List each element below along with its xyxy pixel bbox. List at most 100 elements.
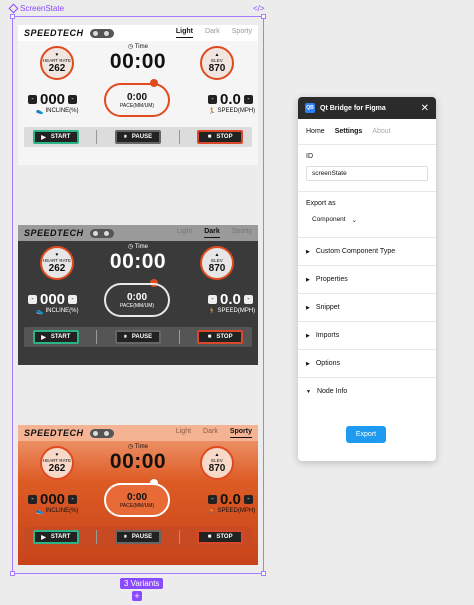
variant-topbar: SPEEDTECH Light Dark Sporty (18, 225, 258, 241)
export-as-value: Component (312, 216, 346, 223)
speed-increase-button[interactable]: - (243, 495, 253, 504)
tab-light[interactable]: Light (177, 228, 192, 238)
divider (178, 130, 180, 144)
tab-about[interactable]: About (372, 128, 390, 144)
start-button[interactable]: ▶ START (32, 130, 79, 144)
tab-dark[interactable]: Dark (203, 428, 218, 438)
chevron-down-icon: ▼ (306, 388, 311, 395)
id-input[interactable]: screenState (306, 166, 428, 181)
time-display: ◷ Time 00:00 (102, 43, 174, 74)
resize-handle-tl[interactable] (10, 14, 15, 19)
tab-sporty[interactable]: Sporty (232, 228, 252, 238)
pace-label: PACE(MM/UM) (119, 302, 155, 309)
tab-settings[interactable]: Settings (335, 128, 363, 144)
incline-increase-button[interactable]: - (68, 295, 78, 304)
speed-decrease-button[interactable]: - (208, 495, 217, 504)
stop-icon: ■ (207, 534, 212, 540)
speed-increase-button[interactable]: - (243, 95, 253, 104)
variant-light[interactable]: SPEEDTECH Light Dark Sporty ♥ HEART RATE… (18, 25, 258, 165)
speed-increase-button[interactable]: - (243, 295, 253, 304)
section-imports[interactable]: ▶ Imports (298, 321, 436, 349)
speed-label: SPEED(MPH) (217, 108, 256, 114)
elev-value: 870 (208, 463, 226, 474)
time-display: ◷ Time 00:00 (102, 443, 174, 474)
plugin-header: QB Qt Bridge for Figma ✕ (298, 97, 436, 119)
variants-badge[interactable]: 3 Variants (120, 578, 164, 589)
pause-button[interactable]: ⏸ PAUSE (114, 330, 161, 344)
incline-stat: - 000 - (28, 291, 78, 308)
pace-value: 0:00 (126, 91, 147, 103)
incline-decrease-button[interactable]: - (28, 295, 37, 304)
shoe-icon: 👟 (36, 509, 44, 515)
variant-topbar: SPEEDTECH Light Dark Sporty (18, 25, 258, 41)
plugin-title: Qt Bridge for Figma (320, 104, 386, 112)
code-icon[interactable]: </> (253, 4, 265, 13)
speed-decrease-button[interactable]: - (208, 95, 217, 104)
incline-increase-button[interactable]: - (68, 495, 78, 504)
time-value: 00:00 (109, 50, 167, 73)
start-button[interactable]: ▶ START (32, 330, 79, 344)
toggle-switch[interactable] (89, 228, 114, 238)
divider (96, 130, 98, 144)
tab-dark[interactable]: Dark (205, 28, 220, 38)
play-icon: ▶ (41, 334, 46, 341)
plugin-tabs: Home Settings About (298, 119, 436, 145)
tab-sporty[interactable]: Sporty (232, 28, 252, 38)
variant-dark[interactable]: SPEEDTECH Light Dark Sporty ♥ HEART RATE… (18, 225, 258, 365)
pace-label: PACE(MM/UM) (119, 102, 155, 109)
tab-sporty[interactable]: Sporty (229, 428, 252, 438)
theme-tabs: Light Dark Sporty (175, 28, 252, 38)
qt-logo-icon: QB (305, 103, 315, 113)
component-set-label[interactable]: ScreenState (8, 3, 64, 14)
heart-rate-value: 262 (48, 463, 66, 474)
runner-icon: 🏃 (208, 109, 216, 115)
incline-label: INCLINE(%) (45, 308, 79, 314)
incline-increase-button[interactable]: - (68, 95, 78, 104)
speed-stat: - 0.0 - (208, 491, 253, 508)
shoe-icon: 👟 (36, 109, 44, 115)
pause-icon: ⏸ (123, 333, 127, 340)
variant-sporty[interactable]: SPEEDTECH Light Dark Sporty ♥ HEART RATE… (18, 425, 258, 565)
incline-stat: - 000 - (28, 491, 78, 508)
section-node-info[interactable]: ▼ Node Info (298, 377, 436, 405)
export-as-section: Export as Component ⌄ (298, 191, 436, 237)
stop-button[interactable]: ■ STOP (197, 330, 244, 344)
toggle-switch[interactable] (89, 428, 114, 438)
section-custom-component-type[interactable]: ▶ Custom Component Type (298, 237, 436, 265)
incline-decrease-button[interactable]: - (28, 95, 37, 104)
export-button[interactable]: Export (346, 426, 386, 443)
incline-value: 000 (40, 491, 66, 508)
section-properties[interactable]: ▶ Properties (298, 265, 436, 293)
export-as-select[interactable]: Component ⌄ (306, 216, 428, 224)
pause-button[interactable]: ⏸ PAUSE (114, 130, 161, 144)
speed-stat: - 0.0 - (208, 291, 253, 308)
export-as-label: Export as (306, 200, 336, 207)
id-label: ID (306, 153, 313, 160)
tab-dark[interactable]: Dark (204, 228, 220, 238)
heart-rate-value: 262 (48, 63, 66, 74)
heart-rate-value: 262 (48, 263, 66, 274)
elevation-gauge: ▲ ELEV 870 (200, 446, 234, 480)
stop-button[interactable]: ■ STOP (197, 530, 244, 544)
speed-value: 0.0 (220, 291, 241, 308)
tab-home[interactable]: Home (306, 128, 325, 144)
tab-light[interactable]: Light (176, 428, 191, 438)
section-options[interactable]: ▶ Options (298, 349, 436, 377)
add-variant-button[interactable]: + (132, 591, 142, 601)
pause-button[interactable]: ⏸ PAUSE (114, 530, 161, 544)
chevron-right-icon: ▶ (306, 276, 310, 283)
incline-decrease-button[interactable]: - (28, 495, 37, 504)
close-icon[interactable]: ✕ (421, 103, 429, 114)
stop-button[interactable]: ■ STOP (197, 130, 244, 144)
chevron-down-icon: ⌄ (351, 217, 358, 224)
pause-icon: ⏸ (123, 133, 127, 140)
tab-light[interactable]: Light (175, 28, 193, 38)
start-button[interactable]: ▶ START (32, 530, 79, 544)
resize-handle-bl[interactable] (10, 571, 15, 576)
resize-handle-tr[interactable] (261, 14, 266, 19)
toggle-switch[interactable] (89, 28, 114, 38)
section-snippet[interactable]: ▶ Snippet (298, 293, 436, 321)
time-value: 00:00 (109, 250, 167, 273)
speed-decrease-button[interactable]: - (208, 295, 217, 304)
resize-handle-br[interactable] (261, 571, 266, 576)
